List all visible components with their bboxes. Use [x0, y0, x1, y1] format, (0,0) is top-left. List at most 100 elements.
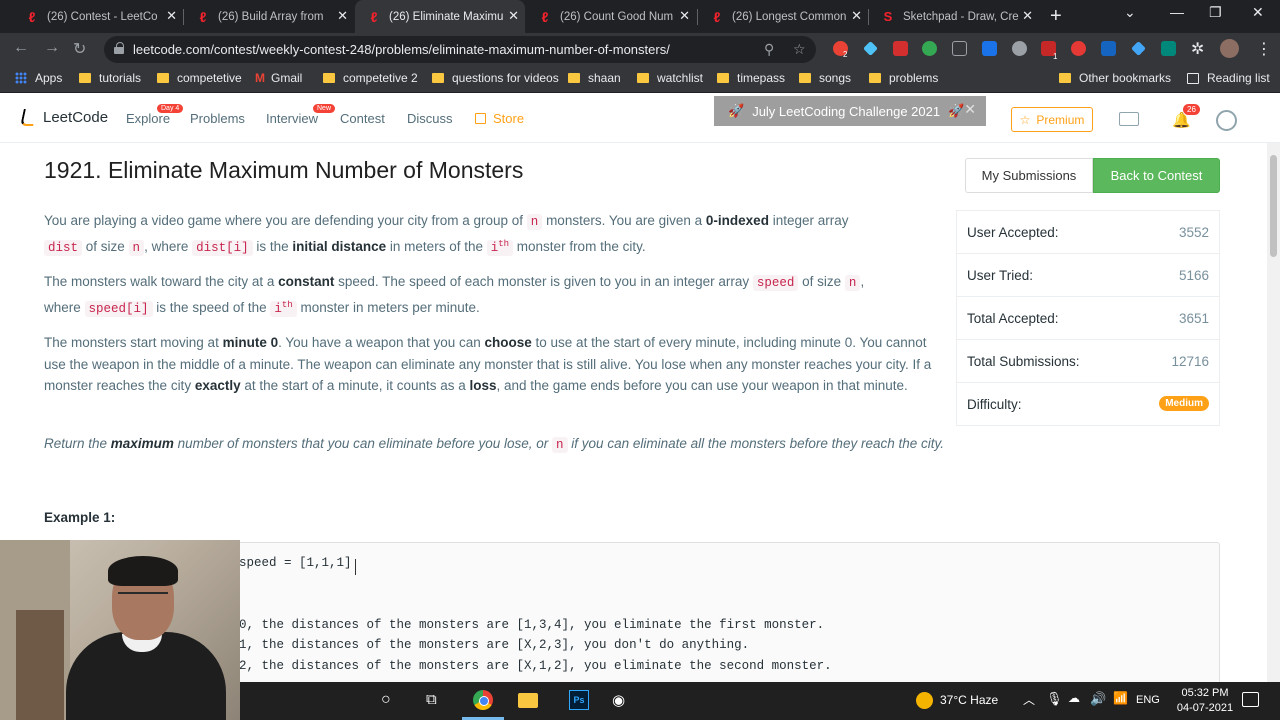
browser-tab[interactable]: S Sketchpad - Draw, Cre ✕ — [869, 0, 1039, 33]
address-bar[interactable]: leetcode.com/contest/weekly-contest-248/… — [104, 36, 816, 63]
bookmark-label: tutorials — [99, 71, 142, 85]
menu-kebab-icon[interactable]: ⋮ — [1256, 39, 1272, 59]
bookmark-item[interactable]: Other bookmarks — [1059, 71, 1171, 85]
window-close-icon[interactable]: ✕ — [1252, 4, 1264, 21]
nav-store[interactable]: Store — [475, 111, 524, 126]
bookmark-item[interactable]: competetive — [157, 71, 242, 85]
cortana-search-icon[interactable]: ○ — [381, 691, 391, 709]
search-icon[interactable]: ⚲ — [764, 41, 774, 58]
user-avatar-icon[interactable] — [1216, 110, 1237, 131]
maximize-icon[interactable]: ❐ — [1209, 4, 1222, 21]
extension-icon[interactable] — [982, 41, 997, 56]
inline-code: ith — [486, 239, 514, 256]
page-scrollbar[interactable] — [1267, 143, 1280, 685]
bookmark-item[interactable]: M Gmail — [255, 71, 302, 85]
challenge-banner[interactable]: 🚀 July LeetCoding Challenge 2021 🚀 ✕ — [714, 96, 986, 126]
forward-arrow-icon[interactable]: → — [44, 39, 60, 57]
bookmark-item[interactable]: Apps — [15, 71, 62, 85]
nav-interview[interactable]: Interview — [266, 111, 318, 126]
close-icon[interactable]: ✕ — [337, 8, 348, 24]
extension-icon[interactable] — [922, 41, 937, 56]
bookmark-label: Gmail — [271, 71, 303, 85]
bookmark-label: songs — [819, 71, 852, 85]
reload-icon[interactable]: ↻ — [73, 39, 86, 59]
tab-search-icon[interactable]: ⌄ — [1124, 4, 1136, 21]
microphone-icon[interactable]: 🎙 — [1046, 691, 1063, 707]
bookmark-label: watchlist — [657, 71, 704, 85]
logo-text: LeetCode — [43, 108, 109, 126]
bookmark-item[interactable]: tutorials — [79, 71, 141, 85]
store-label: Store — [493, 111, 525, 126]
scrollbar-thumb[interactable] — [1270, 155, 1277, 257]
extension-icon[interactable] — [1131, 41, 1146, 56]
nav-discuss[interactable]: Discuss — [407, 111, 453, 126]
bookmark-label: questions for videos — [452, 71, 559, 85]
my-submissions-button[interactable]: My Submissions — [965, 158, 1093, 193]
bookmark-item[interactable]: watchlist — [637, 71, 703, 85]
extension-icon[interactable] — [1161, 41, 1176, 56]
close-icon[interactable]: ✕ — [508, 8, 519, 24]
browser-tab[interactable]: ℓ (26) Contest - LeetCo ✕ — [13, 0, 183, 33]
browser-tab[interactable]: ℓ (26) Build Array from ✕ — [184, 0, 354, 33]
minimize-icon[interactable]: — — [1170, 4, 1184, 20]
text: at the start of a minute, it counts as a — [240, 378, 470, 393]
wifi-icon[interactable]: 📶 — [1113, 691, 1128, 705]
extension-icon[interactable] — [1101, 41, 1116, 56]
bookmark-star-icon[interactable]: ☆ — [793, 41, 806, 58]
tab-title: Sketchpad - Draw, Cre — [903, 10, 1019, 23]
extension-icon[interactable] — [1071, 41, 1086, 56]
bookmark-item[interactable]: Reading list — [1187, 71, 1270, 85]
pdf-extension-icon[interactable] — [893, 41, 908, 56]
volume-icon[interactable]: 🔊 — [1090, 691, 1106, 707]
stat-row: Difficulty: Medium — [957, 383, 1219, 426]
close-icon[interactable]: ✕ — [851, 8, 862, 24]
nav-problems[interactable]: Problems — [190, 111, 245, 126]
bookmark-item[interactable]: timepass — [717, 71, 785, 85]
text: , where — [144, 238, 193, 254]
back-to-contest-button[interactable]: Back to Contest — [1093, 158, 1220, 193]
text: . You have a weapon that you can — [278, 335, 485, 350]
extensions-puzzle-icon[interactable]: ✲ — [1191, 39, 1204, 59]
file-explorer-icon[interactable] — [518, 693, 538, 708]
stat-label: User Tried: — [967, 268, 1034, 283]
clock[interactable]: 05:32 PM 04-07-2021 — [1168, 686, 1242, 716]
new-tab-icon[interactable]: + — [1050, 5, 1062, 28]
weather-sun-icon[interactable] — [916, 692, 933, 709]
weather-text[interactable]: 37°C Haze — [940, 693, 998, 707]
leetcode-logo[interactable]: LeetCode — [20, 107, 108, 127]
pocket-extension-icon[interactable] — [952, 41, 967, 56]
bookmark-item[interactable]: questions for videos — [432, 71, 559, 85]
browser-tab-active[interactable]: ℓ (26) Eliminate Maximu ✕ — [355, 0, 525, 33]
bookmark-item[interactable]: problems — [869, 71, 938, 85]
photoshop-icon[interactable]: Ps — [569, 690, 589, 710]
text: if you can eliminate all the monsters be… — [567, 436, 944, 451]
nav-contest[interactable]: Contest — [340, 111, 385, 126]
nav-explore[interactable]: Explore — [126, 111, 170, 126]
rocket-icon: 🚀 — [948, 103, 965, 118]
bookmark-item[interactable]: competetive 2 — [323, 71, 418, 85]
extension-icon[interactable] — [1012, 41, 1027, 56]
bookmark-item[interactable]: songs — [799, 71, 851, 85]
language-indicator[interactable]: ENG — [1136, 694, 1160, 706]
premium-button[interactable]: ☆ Premium — [1011, 107, 1093, 132]
stat-value: 3552 — [1178, 225, 1209, 240]
cloud-icon[interactable]: ☁ — [1068, 691, 1080, 705]
browser-tab[interactable]: ℓ (26) Longest Common ✕ — [698, 0, 868, 33]
chevron-up-icon[interactable]: ︿ — [1023, 691, 1035, 708]
close-icon[interactable]: ✕ — [679, 8, 690, 24]
close-icon[interactable]: ✕ — [1022, 8, 1033, 24]
browser-tab[interactable]: ℓ (26) Count Good Num ✕ — [526, 0, 696, 33]
extension-icon[interactable] — [863, 41, 878, 56]
chrome-taskbar-icon[interactable] — [473, 690, 493, 710]
close-icon[interactable]: ✕ — [964, 101, 976, 118]
task-view-icon[interactable]: ⧉ — [426, 691, 437, 708]
obs-icon[interactable]: ◉ — [612, 691, 625, 709]
playground-icon[interactable] — [1119, 112, 1139, 126]
close-icon[interactable]: ✕ — [166, 8, 177, 24]
bold-text: 0-indexed — [705, 213, 769, 228]
notification-center-icon[interactable] — [1242, 692, 1259, 707]
back-arrow-icon[interactable]: ← — [13, 39, 29, 57]
bookmark-item[interactable]: shaan — [568, 71, 621, 85]
profile-avatar[interactable] — [1220, 39, 1239, 58]
example-line: 1, the distances of the monsters are [X,… — [239, 638, 750, 652]
